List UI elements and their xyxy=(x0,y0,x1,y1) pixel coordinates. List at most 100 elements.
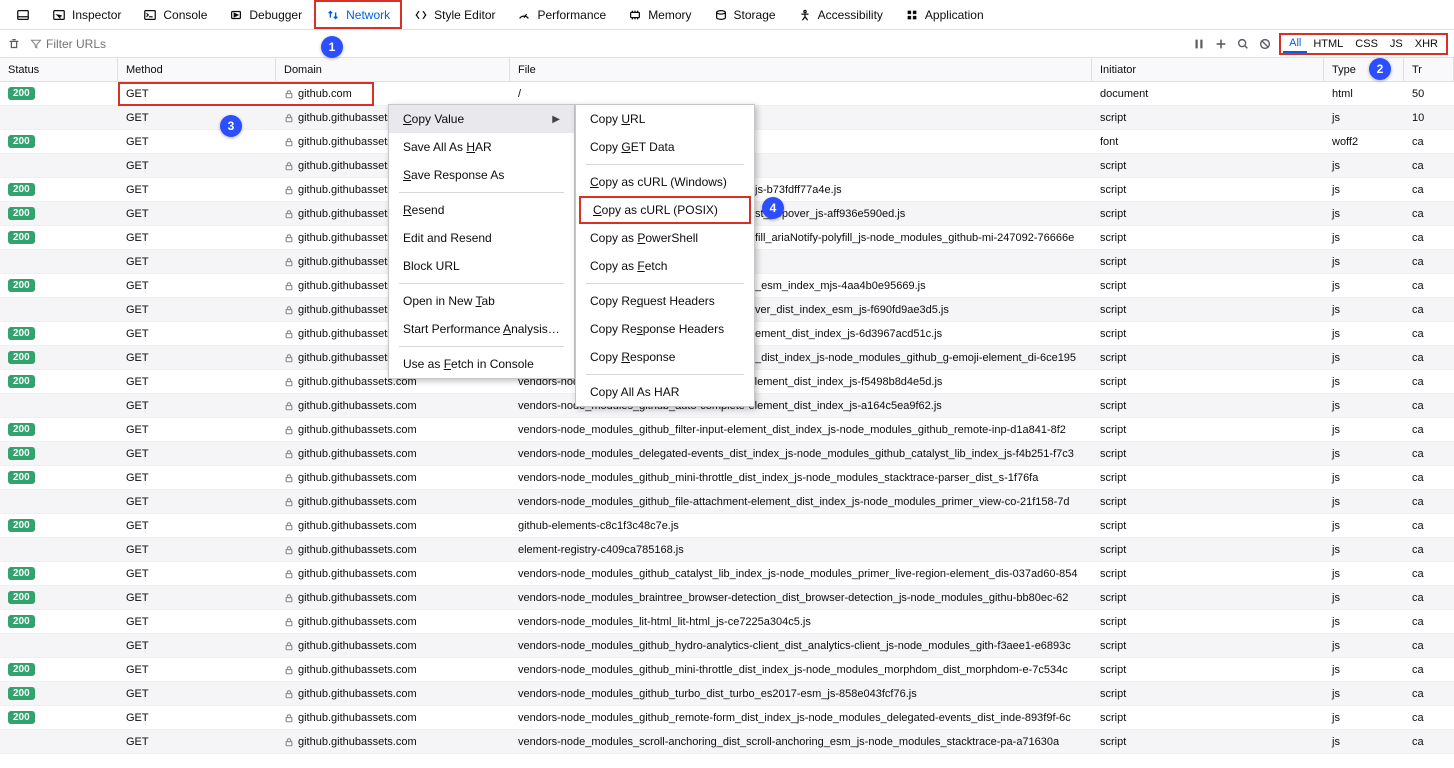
cell-file: vendors-node_modules_github_mini-throttl… xyxy=(510,664,1092,676)
cell-domain: github.githubassets.com xyxy=(276,520,510,532)
header-type[interactable]: Type xyxy=(1324,58,1404,81)
table-row[interactable]: 200GETgithub.githubassets.comvendors-nod… xyxy=(0,586,1454,610)
cell-method: GET xyxy=(118,736,276,748)
tab-debugger[interactable]: Debugger xyxy=(219,0,312,29)
table-row[interactable]: 200GETgithub.com/documenthtml50 xyxy=(0,82,1454,106)
tab-inspector[interactable]: Inspector xyxy=(42,0,131,29)
status-badge: 200 xyxy=(8,207,35,220)
tab-dock[interactable] xyxy=(6,0,40,29)
cell-method: GET xyxy=(118,328,276,340)
status-badge: 200 xyxy=(8,87,35,100)
tab-network[interactable]: Network xyxy=(314,0,402,29)
cell-file: vendors-node_modules_github_catalyst_lib… xyxy=(510,568,1092,580)
menu-item[interactable]: Resend xyxy=(389,196,574,224)
status-badge: 200 xyxy=(8,615,35,628)
cell-domain: github.githubassets.com xyxy=(276,496,510,508)
tab-storage[interactable]: Storage xyxy=(704,0,786,29)
network-toolbar: Filter URLs All HTML CSS JS XHR xyxy=(0,30,1454,58)
header-initiator[interactable]: Initiator xyxy=(1092,58,1324,81)
cell-transferred: ca xyxy=(1404,232,1454,244)
menu-item[interactable]: Copy as PowerShell xyxy=(576,224,754,252)
menu-item[interactable]: Copy Request Headers xyxy=(576,287,754,315)
table-row[interactable]: GETgithub.githubassets.comvendors-node_m… xyxy=(0,730,1454,754)
header-domain[interactable]: Domain xyxy=(276,58,510,81)
table-row[interactable]: 200GETgithub.githubassets.comvendors-nod… xyxy=(0,442,1454,466)
cell-initiator: script xyxy=(1092,304,1324,316)
table-row[interactable]: GETgithub.githubassets.comvendors-node_m… xyxy=(0,490,1454,514)
cell-domain: github.githubassets.com xyxy=(276,616,510,628)
table-row[interactable]: GETgithub.githubassets.comvendors-node_m… xyxy=(0,634,1454,658)
cell-file: vendors-node_modules_github_filter-input… xyxy=(510,424,1092,436)
tab-style-editor[interactable]: Style Editor xyxy=(404,0,505,29)
menu-item[interactable]: Copy as Fetch xyxy=(576,252,754,280)
tab-performance[interactable]: Performance xyxy=(507,0,616,29)
cell-transferred: ca xyxy=(1404,280,1454,292)
cell-domain: github.githubassets.com xyxy=(276,664,510,676)
menu-item[interactable]: Edit and Resend xyxy=(389,224,574,252)
header-method[interactable]: Method xyxy=(118,58,276,81)
header-status[interactable]: Status xyxy=(0,58,118,81)
tab-console[interactable]: Console xyxy=(133,0,217,29)
menu-item[interactable]: Copy Response xyxy=(576,343,754,371)
filter-xhr[interactable]: XHR xyxy=(1409,35,1444,53)
table-row[interactable]: 200GETgithub.githubassets.comgithub-elem… xyxy=(0,514,1454,538)
filter-css[interactable]: CSS xyxy=(1349,35,1384,53)
filter-html[interactable]: HTML xyxy=(1307,35,1349,53)
table-headers: Status Method Domain File Initiator Type… xyxy=(0,58,1454,82)
cell-initiator: script xyxy=(1092,208,1324,220)
table-row[interactable]: 200GETgithub.githubassets.comvendors-nod… xyxy=(0,466,1454,490)
header-transferred[interactable]: Tr xyxy=(1404,58,1454,81)
menu-item[interactable]: Start Performance Analysis… xyxy=(389,315,574,343)
cell-initiator: script xyxy=(1092,400,1324,412)
menu-item[interactable]: Save All As HAR xyxy=(389,133,574,161)
cell-type: js xyxy=(1324,712,1404,724)
cell-initiator: script xyxy=(1092,568,1324,580)
table-row[interactable]: 200GETgithub.githubassets.comvendors-nod… xyxy=(0,658,1454,682)
menu-item[interactable]: Copy All As HAR xyxy=(576,378,754,406)
table-row[interactable]: 200GETgithub.githubassets.comvendors-nod… xyxy=(0,682,1454,706)
menu-item[interactable]: Copy URL xyxy=(576,105,754,133)
menu-item[interactable]: Copy GET Data xyxy=(576,133,754,161)
trash-icon[interactable] xyxy=(6,36,22,52)
table-row[interactable]: 200GETgithub.githubassets.comvendors-nod… xyxy=(0,562,1454,586)
filter-input[interactable]: Filter URLs xyxy=(30,37,106,51)
menu-item[interactable]: Copy as cURL (Windows) xyxy=(576,168,754,196)
table-row[interactable]: 200GETgithub.githubassets.comvendors-nod… xyxy=(0,610,1454,634)
cell-transferred: ca xyxy=(1404,376,1454,388)
cell-transferred: ca xyxy=(1404,736,1454,748)
status-badge: 200 xyxy=(8,591,35,604)
search-icon[interactable] xyxy=(1235,36,1251,52)
filter-js[interactable]: JS xyxy=(1384,35,1409,53)
menu-item[interactable]: Copy Value▶ xyxy=(389,105,574,133)
header-file[interactable]: File xyxy=(510,58,1092,81)
cell-method: GET xyxy=(118,712,276,724)
cell-initiator: script xyxy=(1092,424,1324,436)
table-row[interactable]: GETgithub.githubassets.comelement-regist… xyxy=(0,538,1454,562)
status-badge: 200 xyxy=(8,711,35,724)
cell-method: GET xyxy=(118,256,276,268)
plus-icon[interactable] xyxy=(1213,36,1229,52)
table-row[interactable]: 200GETgithub.githubassets.comvendors-nod… xyxy=(0,706,1454,730)
cell-domain: github.githubassets.com xyxy=(276,568,510,580)
cell-domain: github.githubassets.com xyxy=(276,712,510,724)
menu-item[interactable]: Save Response As xyxy=(389,161,574,189)
cell-method: GET xyxy=(118,376,276,388)
cell-method: GET xyxy=(118,160,276,172)
tab-accessibility[interactable]: Accessibility xyxy=(788,0,893,29)
status-badge: 200 xyxy=(8,279,35,292)
tab-memory[interactable]: Memory xyxy=(618,0,701,29)
filter-all[interactable]: All xyxy=(1283,35,1307,53)
menu-item[interactable]: Open in New Tab xyxy=(389,287,574,315)
cell-type: js xyxy=(1324,664,1404,676)
menu-item[interactable]: Block URL xyxy=(389,252,574,280)
pause-icon[interactable] xyxy=(1191,36,1207,52)
cell-transferred: ca xyxy=(1404,520,1454,532)
menu-item[interactable]: Copy Response Headers xyxy=(576,315,754,343)
menu-item[interactable]: Use as Fetch in Console xyxy=(389,350,574,378)
block-icon[interactable] xyxy=(1257,36,1273,52)
menu-item[interactable]: Copy as cURL (POSIX) xyxy=(579,196,751,224)
cell-file: vendors-node_modules_scroll-anchoring_di… xyxy=(510,736,1092,748)
cell-transferred: 50 xyxy=(1404,88,1454,100)
tab-application[interactable]: Application xyxy=(895,0,994,29)
table-row[interactable]: 200GETgithub.githubassets.comvendors-nod… xyxy=(0,418,1454,442)
